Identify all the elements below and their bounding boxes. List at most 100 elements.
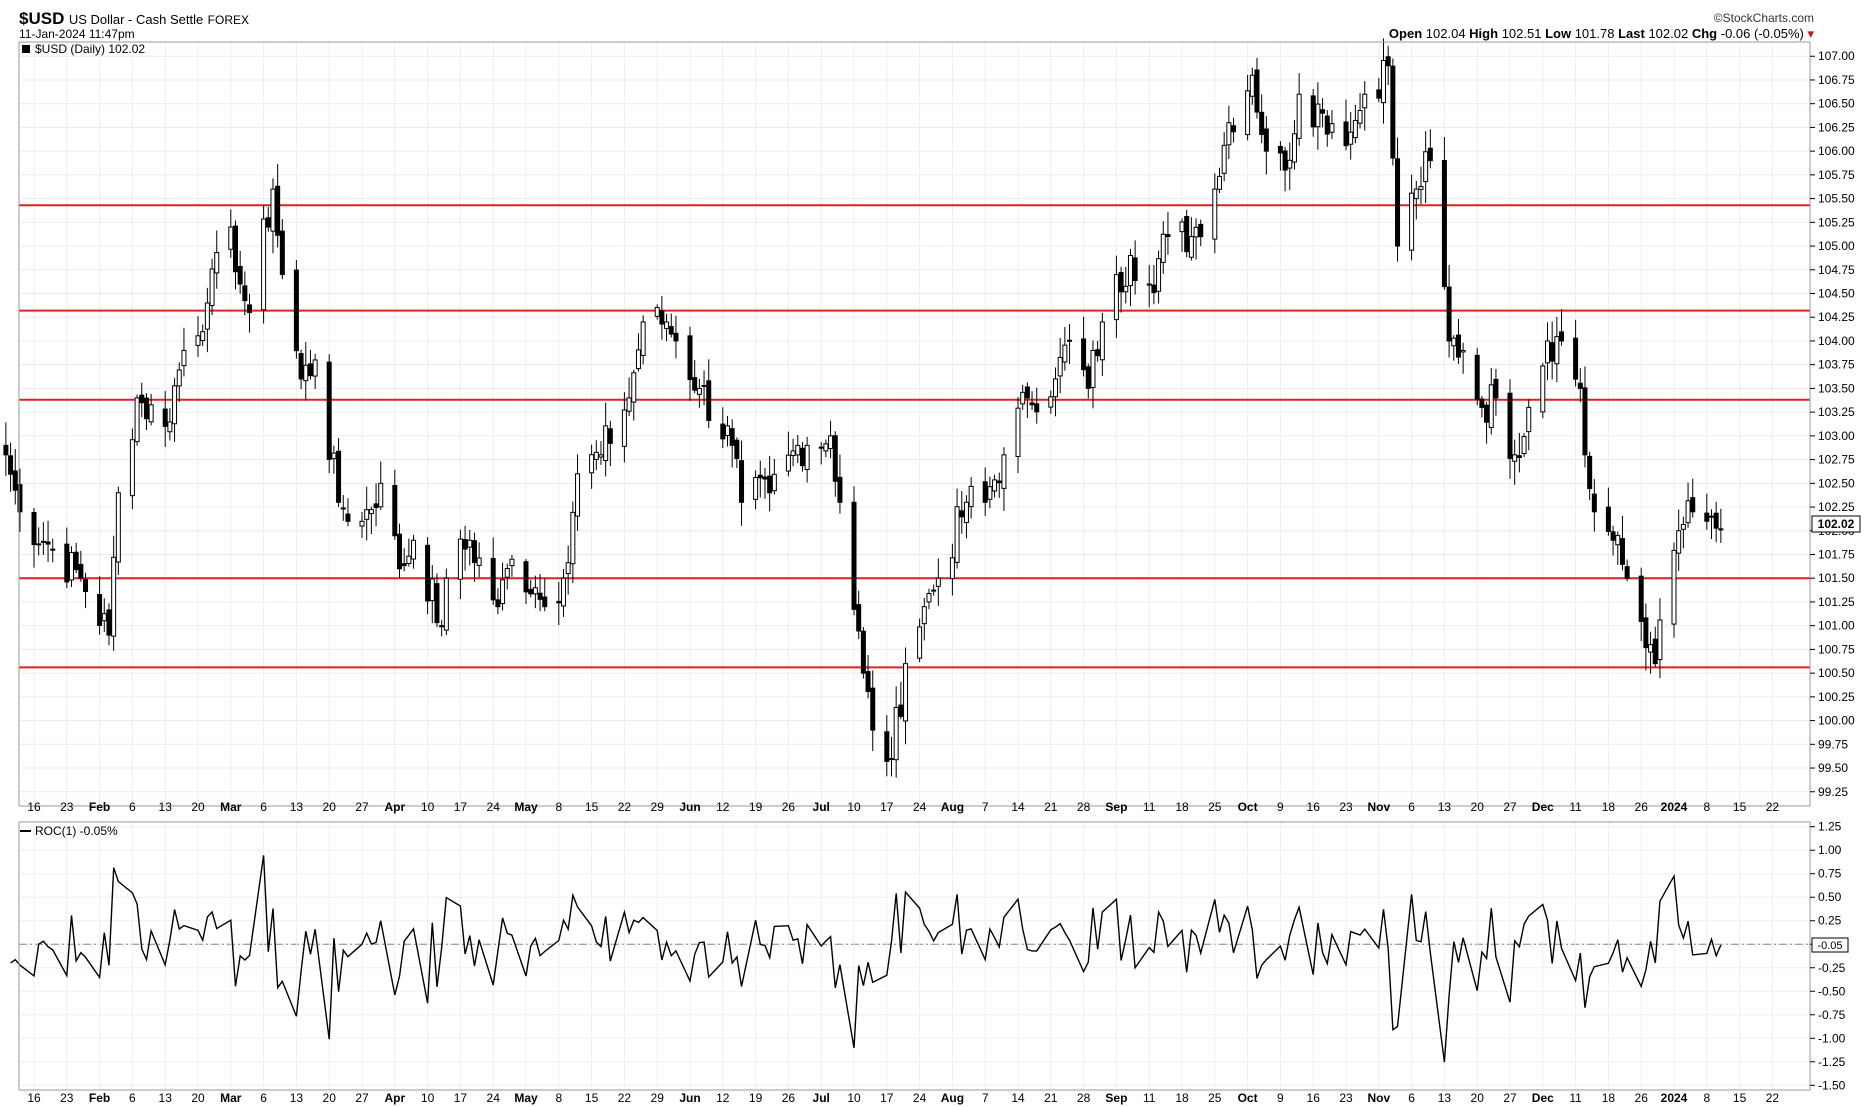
candle-up [603,425,609,461]
roc-x-label: 9 [1277,1091,1284,1105]
candle-up [575,473,581,517]
chart-canvas: 107.00 106.75 106.50 106.25 106.00 105.75 105.… [3,38,1861,1105]
candle-down [668,326,674,335]
price-x-label: Mar [220,800,242,814]
roc-x-label: 15 [1733,1091,1747,1105]
candle-down [1516,455,1522,458]
candle-down [1549,342,1555,362]
candle-up [785,454,791,472]
candle-up [411,539,417,560]
candle-down [1619,537,1625,565]
candle-up [148,404,154,423]
price-x-label: Dec [1532,800,1554,814]
roc-y-label: -1.00 [1818,1031,1846,1045]
candle-down [1320,109,1326,114]
candle-down [1484,404,1490,423]
candle-up [1123,285,1129,293]
candle-up [1245,90,1251,136]
candle-up [1193,226,1199,238]
stockcharts-page: $USD US Dollar - Cash Settle FOREX 11-Ja… [0,0,1873,1107]
candle-down [1034,403,1040,413]
roc-x-label: Feb [89,1091,110,1105]
candle-up [893,706,899,761]
candle-down [490,557,496,601]
candle-up [1287,159,1293,169]
roc-y-label: -0.50 [1818,984,1846,998]
price-x-label: Jul [813,800,830,814]
roc-series-line [10,855,1722,1063]
price-x-label: 11 [1143,800,1156,814]
candle-down [373,503,379,509]
candle-down [701,384,707,387]
price-x-label: 18 [1602,800,1616,814]
candle-down [232,225,238,273]
candle-down [392,484,398,537]
candle-up [1156,258,1162,292]
price-y-label: 105.25 [1818,215,1855,229]
candle-down [143,397,149,420]
candle-up [509,558,515,567]
roc-x-label: Jul [813,1091,830,1105]
candle-down [542,596,548,608]
roc-x-label: Nov [1367,1091,1390,1105]
candle-down [1254,69,1260,113]
roc-x-label: Apr [384,1091,405,1105]
price-x-label: 20 [323,800,337,814]
price-legend-text: $USD (Daily) 102.02 [35,42,145,56]
candle-down [1385,56,1391,67]
candle-up [1615,535,1621,546]
price-y-label: 104.25 [1818,310,1855,324]
candle-down [1132,257,1138,282]
roc-y-label: 1.25 [1818,820,1842,834]
price-x-label: 16 [1307,800,1321,814]
candle-up [1521,436,1527,454]
price-y-label: 104.75 [1818,263,1855,277]
price-y-label: 100.25 [1818,690,1855,704]
candle-up [40,540,46,543]
candle-down [692,377,698,391]
candle-up [1526,406,1532,433]
price-y-label: 100.75 [1818,642,1855,656]
candle-down [1198,223,1204,238]
price-x-label: 6 [1408,800,1415,814]
price-x-label: 9 [1277,800,1284,814]
candle-down [1151,284,1157,294]
price-y-label: 99.50 [1818,761,1848,775]
candle-down [462,538,468,550]
roc-x-label: 8 [555,1091,562,1105]
candle-up [1708,515,1714,518]
price-x-label: 25 [1208,800,1222,814]
candle-up [532,587,538,595]
candle-up [963,501,969,523]
candle-down [537,592,543,600]
candle-down [556,600,562,604]
candle-up [987,486,993,500]
candle-up [1512,454,1518,462]
candle-up [1554,336,1560,365]
candle-down [1343,121,1349,147]
candle-down [106,609,112,636]
candle-down [73,551,79,571]
candle-up [1291,133,1297,163]
candle-down [1573,337,1579,380]
candle-down [687,335,693,381]
candle-up [771,473,777,492]
candle-down [1231,125,1237,133]
candle-down [275,185,281,236]
candle-down [860,630,866,674]
candle-down [1587,455,1593,490]
roc-x-label: 6 [1408,1091,1415,1105]
candle-up [261,218,267,311]
roc-y-label: 0.75 [1818,867,1842,881]
candle-up [921,606,927,625]
candle-up [593,451,599,460]
candle-down [888,758,894,761]
price-x-label: 15 [585,800,599,814]
roc-x-label: Oct [1238,1091,1258,1105]
candle-up [111,556,117,637]
price-y-label: 103.50 [1818,381,1855,395]
candle-up [621,409,627,447]
candle-down [1713,512,1719,529]
candle-up [753,477,759,500]
price-y-label: 106.00 [1818,144,1855,158]
